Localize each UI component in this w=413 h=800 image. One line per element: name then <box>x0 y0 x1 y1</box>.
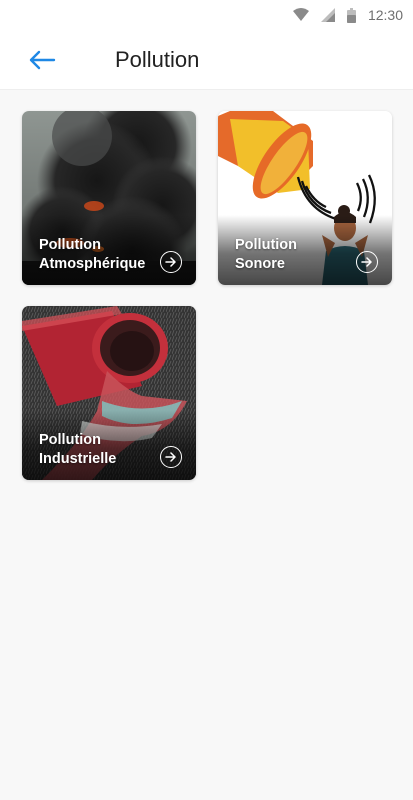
card-title-line1: Pollution <box>235 237 298 253</box>
battery-icon <box>346 7 356 23</box>
card-title-line2: Industrielle <box>39 451 117 467</box>
card-air-pollution[interactable]: Pollution Atmosphérique <box>22 111 196 285</box>
arrow-right-circle-icon[interactable] <box>356 251 378 273</box>
card-title-line1: Pollution <box>39 237 102 253</box>
back-button[interactable] <box>22 44 62 76</box>
page-title: Pollution <box>115 47 200 72</box>
card-label: Pollution Sonore <box>235 236 297 274</box>
card-label: Pollution Atmosphérique <box>39 236 145 274</box>
card-title-line2: Sonore <box>235 256 285 272</box>
status-time: 12:30 <box>367 7 403 23</box>
wifi-icon <box>292 8 309 21</box>
card-title-line2: Atmosphérique <box>39 256 146 272</box>
signal-icon <box>320 8 335 22</box>
card-label: Pollution Industrielle <box>39 431 116 469</box>
card-title-line1: Pollution <box>39 432 102 448</box>
app-bar: Pollution <box>0 30 413 90</box>
arrow-left-icon <box>29 50 56 70</box>
arrow-right-circle-icon[interactable] <box>160 446 182 468</box>
status-bar: 12:30 <box>0 0 413 30</box>
status-icons: 12:30 <box>292 5 403 25</box>
arrow-right-circle-icon[interactable] <box>160 251 182 273</box>
card-industrial-pollution[interactable]: Pollution Industrielle <box>22 306 196 480</box>
card-noise-pollution[interactable]: Pollution Sonore <box>218 111 392 285</box>
